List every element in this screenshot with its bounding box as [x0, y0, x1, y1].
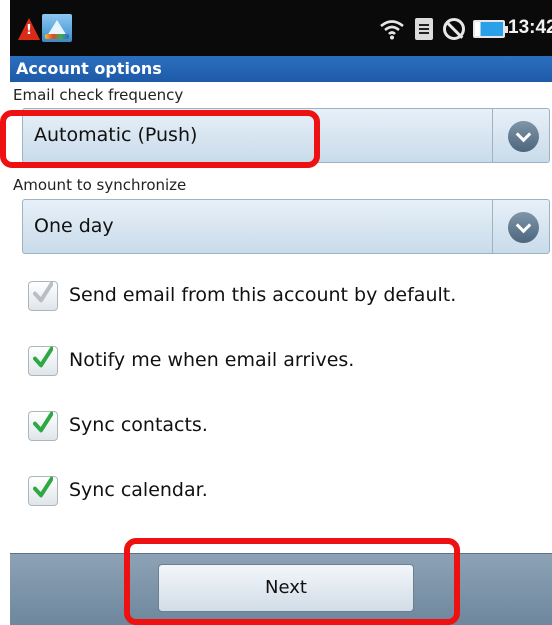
- title-bar: Account options: [10, 56, 552, 82]
- amount-to-synchronize-spinner[interactable]: One day: [22, 199, 550, 254]
- spinner-divider: [492, 109, 493, 162]
- checkbox-row-default-account[interactable]: Send email from this account by default.: [10, 276, 552, 316]
- battery-icon: [473, 20, 508, 38]
- app-notification-icon: [42, 14, 72, 42]
- chevron-down-icon[interactable]: [508, 212, 539, 243]
- email-check-frequency-spinner[interactable]: Automatic (Push): [22, 108, 550, 163]
- status-bar: 13:42: [10, 0, 552, 56]
- checkbox-row-sync-calendar[interactable]: Sync calendar.: [10, 471, 552, 511]
- checkmark-icon: [33, 281, 53, 303]
- checkbox-row-sync-contacts[interactable]: Sync contacts.: [10, 406, 552, 446]
- checkbox[interactable]: [28, 346, 58, 376]
- checkbox[interactable]: [28, 411, 58, 441]
- checkmark-icon: [33, 411, 53, 433]
- checkbox-label: Sync contacts.: [69, 414, 208, 436]
- status-clock: 13:42: [508, 17, 552, 38]
- chevron-down-icon[interactable]: [508, 121, 539, 152]
- warning-icon: [18, 18, 40, 40]
- checkmark-icon: [33, 476, 53, 498]
- checkbox-row-notify[interactable]: Notify me when email arrives.: [10, 341, 552, 381]
- email-check-frequency-label: Email check frequency: [13, 86, 184, 104]
- next-button[interactable]: Next: [158, 564, 414, 612]
- checkbox-label: Sync calendar.: [69, 479, 208, 501]
- blocked-icon: [443, 18, 465, 40]
- wifi-icon: [380, 20, 404, 40]
- checkbox-label: Send email from this account by default.: [69, 284, 457, 306]
- email-check-frequency-value: Automatic (Push): [34, 124, 198, 146]
- checkbox-label: Notify me when email arrives.: [69, 349, 355, 371]
- phone-screen: 13:42 Account options Email check freque…: [10, 0, 552, 625]
- amount-to-synchronize-label: Amount to synchronize: [13, 176, 187, 194]
- amount-to-synchronize-value: One day: [34, 215, 114, 237]
- checkbox[interactable]: [28, 476, 58, 506]
- checkmark-icon: [33, 346, 53, 368]
- page-title: Account options: [16, 59, 162, 78]
- checkbox[interactable]: [28, 281, 58, 311]
- sim-icon: [415, 18, 433, 40]
- spinner-divider: [492, 200, 493, 253]
